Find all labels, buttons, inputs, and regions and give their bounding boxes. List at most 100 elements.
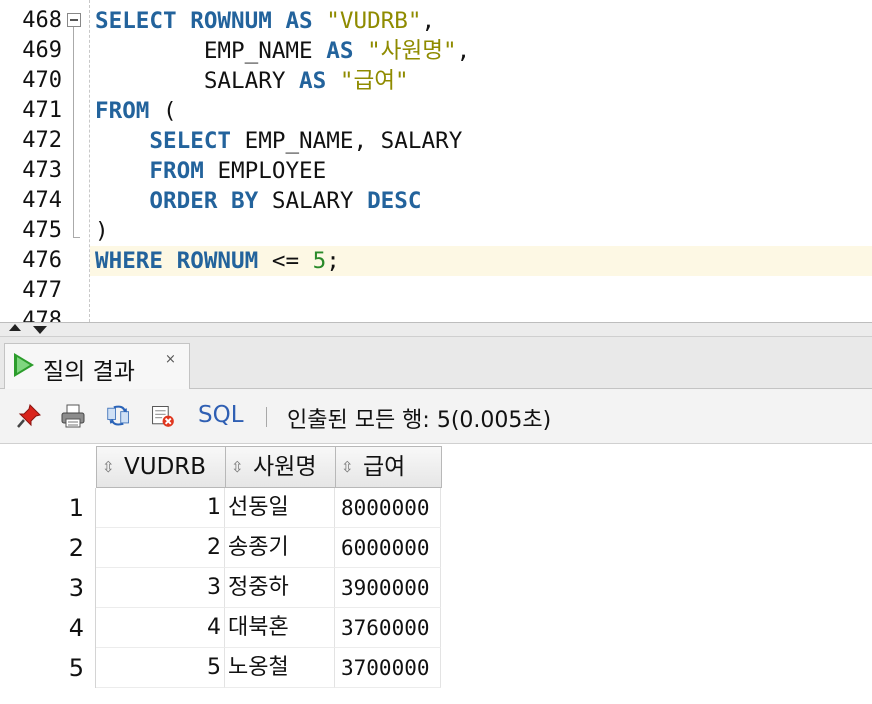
line-number: 478 xyxy=(22,308,62,322)
punct: ; xyxy=(326,248,340,274)
print-icon[interactable] xyxy=(60,403,86,429)
expand-up-icon[interactable] xyxy=(9,324,21,331)
cell-emp-name[interactable]: 선동일 xyxy=(225,488,335,528)
keyword: AS xyxy=(326,38,354,64)
keyword: FROM xyxy=(95,98,150,124)
cell-salary[interactable]: 6000000 xyxy=(335,528,441,568)
result-toolbar: SQL 인출된 모든 행: 5(0.005초) xyxy=(0,389,872,444)
cell-vudrb[interactable]: 1 xyxy=(96,488,225,528)
cell-salary[interactable]: 8000000 xyxy=(335,488,441,528)
code-line-474[interactable]: ORDER BY SALARY DESC xyxy=(95,186,421,216)
line-number-gutter: 468 469 470 471 472 473 474 475 476 477 … xyxy=(0,0,62,322)
keyword: AS xyxy=(299,68,327,94)
code-line-471[interactable]: FROM ( xyxy=(95,96,177,126)
code-line-470[interactable]: SALARY AS "급여" xyxy=(95,66,409,96)
punct: , xyxy=(421,8,436,34)
keyword: AS xyxy=(285,8,313,34)
export-sql-icon[interactable] xyxy=(150,403,176,429)
column-header-label: 급여 xyxy=(363,454,406,480)
code-text: ) xyxy=(95,218,109,244)
cell-emp-name[interactable]: 송종기 xyxy=(225,528,335,568)
keyword: SELECT xyxy=(149,128,232,154)
cell-emp-name[interactable]: 노옹철 xyxy=(225,648,335,688)
number-literal: 5 xyxy=(312,248,327,274)
keyword: FROM xyxy=(149,158,204,184)
cell-vudrb[interactable]: 2 xyxy=(96,528,225,568)
column-header-vudrb[interactable]: ⇳ VUDRB xyxy=(96,446,226,488)
punct: , xyxy=(456,38,471,64)
line-number: 469 xyxy=(22,38,62,63)
row-number[interactable]: 2 xyxy=(0,528,90,568)
cell-vudrb[interactable]: 5 xyxy=(96,648,225,688)
code-line-473[interactable]: FROM EMPLOYEE xyxy=(95,156,326,186)
fold-collapse-icon[interactable] xyxy=(67,13,81,27)
line-number: 474 xyxy=(22,188,62,213)
expand-down-icon[interactable] xyxy=(33,326,47,334)
keyword: ORDER BY xyxy=(149,188,259,214)
identifier: ROWNUM xyxy=(176,8,286,34)
cell-emp-name[interactable]: 대북혼 xyxy=(225,608,335,648)
pin-icon[interactable] xyxy=(16,403,42,429)
column-header-salary[interactable]: ⇳ 급여 xyxy=(335,446,442,488)
table-row[interactable]: 1 1 선동일 8000000 xyxy=(0,488,872,528)
code-line-472[interactable]: SELECT EMP_NAME, SALARY xyxy=(95,126,462,156)
code-text: EMPLOYEE xyxy=(203,158,327,184)
sql-link[interactable]: SQL xyxy=(198,402,244,428)
code-text: SALARY xyxy=(258,188,368,214)
operator: <= xyxy=(258,248,313,274)
column-header-emp-name[interactable]: ⇳ 사원명 xyxy=(225,446,336,488)
column-header-label: VUDRB xyxy=(124,454,207,480)
cell-salary[interactable]: 3760000 xyxy=(335,608,441,648)
cell-salary[interactable]: 3900000 xyxy=(335,568,441,608)
cell-vudrb[interactable]: 4 xyxy=(96,608,225,648)
cell-salary[interactable]: 3700000 xyxy=(335,648,441,688)
table-row[interactable]: 2 2 송종기 6000000 xyxy=(0,528,872,568)
result-tab-bar: 질의 결과 × xyxy=(0,337,872,389)
code-line-476[interactable]: WHERE ROWNUM <= 5; xyxy=(95,246,340,276)
row-number[interactable]: 1 xyxy=(0,488,90,528)
line-number: 477 xyxy=(22,278,62,303)
line-number: 470 xyxy=(22,68,62,93)
cell-vudrb[interactable]: 3 xyxy=(96,568,225,608)
table-row[interactable]: 4 4 대북혼 3760000 xyxy=(0,608,872,648)
line-number: 475 xyxy=(22,218,62,243)
tab-query-result[interactable]: 질의 결과 × xyxy=(4,343,190,389)
code-line-469[interactable]: EMP_NAME AS "사원명", xyxy=(95,36,470,66)
column-header-label: 사원명 xyxy=(253,454,317,480)
code-text: EMP_NAME, SALARY xyxy=(231,128,463,154)
table-row[interactable]: 3 3 정중하 3900000 xyxy=(0,568,872,608)
code-text: ( xyxy=(149,98,177,124)
sort-icon[interactable]: ⇳ xyxy=(102,447,115,487)
refresh-icon[interactable] xyxy=(106,403,132,429)
keyword: WHERE xyxy=(95,248,164,274)
line-number: 473 xyxy=(22,158,62,183)
sort-icon[interactable]: ⇳ xyxy=(341,447,354,487)
row-number[interactable]: 3 xyxy=(0,568,90,608)
string-literal: "사원명" xyxy=(367,38,457,64)
keyword: ROWNUM xyxy=(176,248,259,274)
close-icon[interactable]: × xyxy=(165,352,176,367)
sql-editor[interactable]: 468 469 470 471 472 473 474 475 476 477 … xyxy=(0,0,872,322)
gutter-separator xyxy=(89,0,90,322)
split-divider[interactable] xyxy=(0,322,872,337)
fetch-status-text: 인출된 모든 행: 5(0.005초) xyxy=(287,408,552,433)
row-number[interactable]: 5 xyxy=(0,648,90,688)
code-line-475[interactable]: ) xyxy=(95,216,109,246)
fold-guide xyxy=(73,27,74,237)
string-literal: "급여" xyxy=(339,68,409,94)
run-icon xyxy=(14,353,34,377)
tab-label: 질의 결과 xyxy=(43,359,135,385)
table-row[interactable]: 5 5 노옹철 3700000 xyxy=(0,648,872,688)
line-number: 468 xyxy=(22,8,62,33)
result-grid: ⇳ VUDRB ⇳ 사원명 ⇳ 급여 1 1 선동일 8000000 2 2 송… xyxy=(0,444,872,704)
row-number[interactable]: 4 xyxy=(0,608,90,648)
cell-emp-name[interactable]: 정중하 xyxy=(225,568,335,608)
line-number: 472 xyxy=(22,128,62,153)
code-line-468[interactable]: SELECT ROWNUM AS "VUDRB", xyxy=(95,6,435,36)
sort-icon[interactable]: ⇳ xyxy=(231,447,244,487)
